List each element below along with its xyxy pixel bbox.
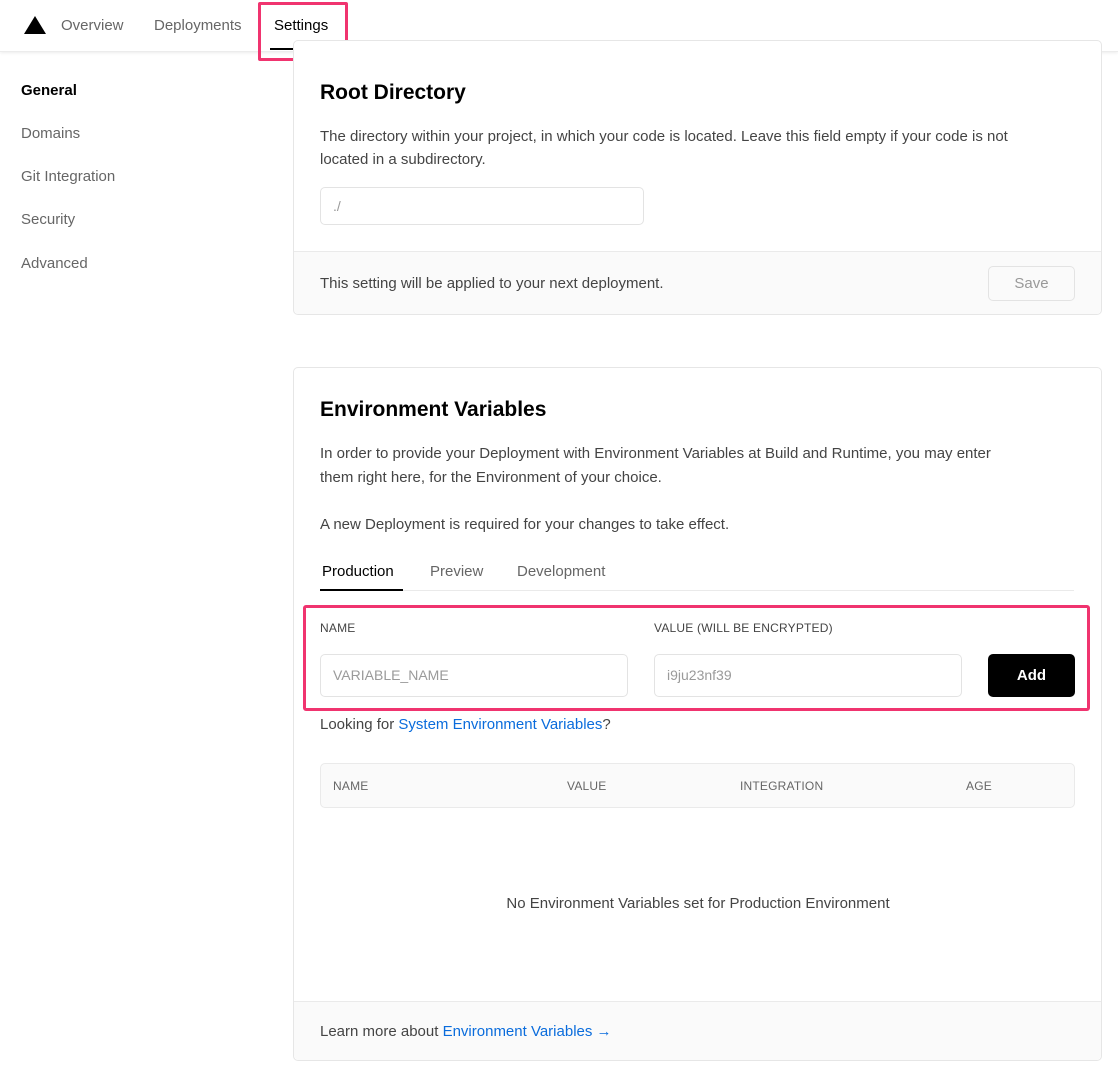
root-directory-description-line2: located in a subdirectory.: [320, 151, 486, 168]
root-directory-input[interactable]: ./: [320, 187, 644, 225]
tab-divider: [320, 590, 1074, 591]
column-header-integration: INTEGRATION: [740, 779, 824, 793]
sidebar-item-domains[interactable]: Domains: [21, 125, 80, 142]
environment-variables-title: Environment Variables: [320, 398, 547, 421]
tab-production[interactable]: Production: [322, 563, 394, 580]
learn-more-prefix: Learn more about: [320, 1023, 443, 1040]
redeploy-note: A new Deployment is required for your ch…: [320, 516, 730, 533]
system-env-hint: Looking for System Environment Variables…: [320, 713, 611, 737]
variable-value-input[interactable]: i9ju23nf39: [654, 654, 962, 697]
empty-state-message: No Environment Variables set for Product…: [506, 895, 890, 912]
system-env-hint-suffix: ?: [602, 716, 611, 733]
nav-tab-settings[interactable]: Settings: [274, 17, 328, 34]
column-header-age: AGE: [966, 779, 992, 793]
sidebar-item-git-integration[interactable]: Git Integration: [21, 168, 115, 185]
name-field-label: NAME: [320, 621, 356, 635]
nav-tab-overview[interactable]: Overview: [61, 17, 124, 34]
tab-active-underline: [320, 589, 403, 591]
tab-development[interactable]: Development: [517, 563, 605, 580]
save-button[interactable]: Save: [988, 266, 1075, 301]
root-directory-footer-text: This setting will be applied to your nex…: [320, 275, 664, 292]
sidebar-item-security[interactable]: Security: [21, 211, 75, 228]
environment-variables-description-line2: them right here, for the Environment of …: [320, 469, 662, 486]
value-field-label: VALUE (WILL BE ENCRYPTED): [654, 621, 833, 635]
variables-table-header: NAME VALUE INTEGRATION AGE: [320, 763, 1075, 808]
sidebar-item-advanced[interactable]: Advanced: [21, 255, 88, 272]
environment-variables-description-line1: In order to provide your Deployment with…: [320, 445, 991, 462]
variable-name-input[interactable]: VARIABLE_NAME: [320, 654, 628, 697]
system-env-variables-link[interactable]: System Environment Variables: [398, 716, 602, 733]
tab-preview[interactable]: Preview: [430, 563, 483, 580]
root-directory-description-line1: The directory within your project, in wh…: [320, 128, 1008, 145]
learn-more-text: Learn more about Environment Variables →: [320, 1020, 612, 1044]
triangle-logo-icon[interactable]: [24, 16, 46, 34]
root-directory-title: Root Directory: [320, 81, 466, 104]
add-variable-button[interactable]: Add: [988, 654, 1075, 697]
column-header-name: NAME: [333, 779, 369, 793]
system-env-hint-prefix: Looking for: [320, 716, 399, 733]
sidebar-item-general[interactable]: General: [21, 82, 77, 99]
column-header-value: VALUE: [567, 779, 607, 793]
environment-variables-docs-link[interactable]: Environment Variables →: [443, 1023, 612, 1040]
nav-tab-deployments[interactable]: Deployments: [154, 17, 242, 34]
